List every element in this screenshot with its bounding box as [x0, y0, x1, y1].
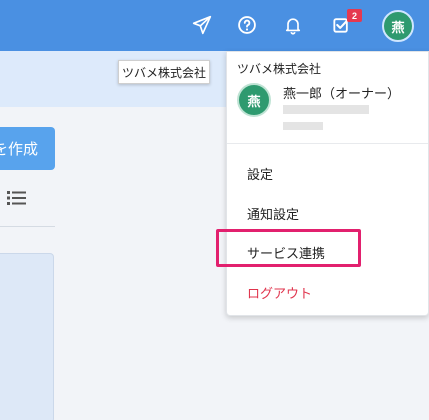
create-button[interactable]: を作成	[0, 127, 55, 170]
user-avatar-button[interactable]: 燕	[382, 10, 414, 42]
dropdown-avatar: 燕	[237, 83, 271, 117]
redacted-user-info	[283, 122, 323, 130]
notification-badge: 2	[347, 9, 362, 22]
company-tooltip: ツバメ株式会社	[118, 60, 210, 84]
top-navigation-bar: 2 燕	[0, 0, 429, 51]
highlight-annotation-box	[216, 229, 361, 267]
dropdown-user-name: 燕一郎（オーナー）	[283, 87, 401, 102]
bell-icon[interactable]	[279, 11, 307, 39]
redacted-user-info	[283, 105, 369, 114]
content-card	[0, 253, 54, 420]
list-view-icon[interactable]	[7, 190, 27, 206]
help-icon[interactable]	[233, 11, 261, 39]
account-dropdown-menu: ツバメ株式会社 燕 燕一郎（オーナー） 設定 通知設定 サービス連携 ログアウト	[226, 51, 429, 316]
menu-item-settings[interactable]: 設定	[247, 164, 273, 183]
content-divider	[0, 226, 55, 227]
menu-item-notification-settings[interactable]: 通知設定	[247, 204, 299, 223]
dropdown-company-name: ツバメ株式会社	[237, 62, 322, 76]
send-icon[interactable]	[188, 11, 216, 39]
menu-item-logout[interactable]: ログアウト	[247, 283, 312, 302]
dropdown-separator	[227, 143, 428, 144]
